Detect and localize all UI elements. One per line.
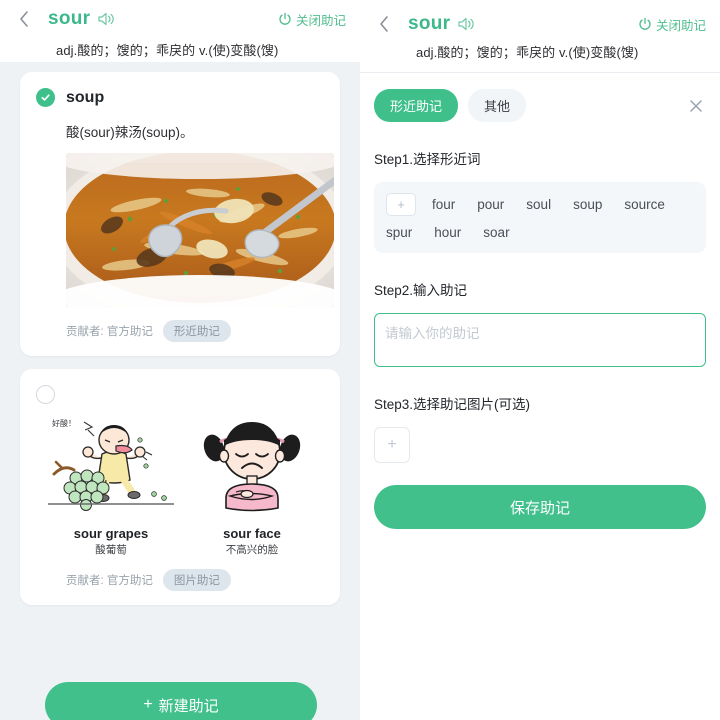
- illustration-sour-face: sour face 不高兴的脸: [186, 412, 318, 557]
- left-header-row: sour 关闭助记: [14, 0, 346, 32]
- close-mnemonic-button[interactable]: 关闭助记: [638, 15, 706, 34]
- word-chip-soul[interactable]: soul: [526, 197, 551, 212]
- check-icon[interactable]: [36, 88, 55, 107]
- card-contributor-row: 贡献者: 官方助记 形近助记: [36, 308, 324, 348]
- word-definition: adj.酸的；馊的；乖戾的 v.(使)变酸(馊): [56, 43, 279, 58]
- save-mnemonic-button[interactable]: 保存助记: [374, 485, 706, 529]
- tab-other[interactable]: 其他: [468, 89, 527, 122]
- right-header: sour 关闭助记 adj.酸的；馊的；乖戾的 v.(使)变酸(馊): [360, 0, 720, 72]
- card-note: 酸(sour)辣汤(soup)。: [66, 125, 194, 140]
- close-icon[interactable]: [686, 96, 706, 116]
- power-icon: [639, 17, 651, 30]
- right-panel-editor: sour 关闭助记 adj.酸的；馊的；乖戾的 v.(使)变酸(馊) 形近助记 …: [360, 0, 720, 720]
- page-title: sour: [408, 13, 451, 34]
- left-header: sour 关闭助记 adj.酸的；馊的；乖戾的 v.(使)变酸(馊): [0, 0, 360, 62]
- illustration-caption-en: sour face: [223, 526, 281, 541]
- create-mnemonic-button[interactable]: + 新建助记: [45, 682, 317, 720]
- card-header: soup: [36, 88, 324, 107]
- word-chip-spur[interactable]: spur: [386, 225, 412, 240]
- word-chip-source[interactable]: source: [624, 197, 665, 212]
- word-chip-four[interactable]: four: [432, 197, 455, 212]
- chevron-left-icon[interactable]: [14, 9, 34, 29]
- illustration-caption-en: sour grapes: [73, 526, 149, 541]
- radio-unselected-icon[interactable]: [36, 385, 55, 404]
- left-panel-mnemonic-list: sour 关闭助记 adj.酸的；馊的；乖戾的 v.(使)变酸(馊) soup: [0, 0, 360, 720]
- close-mnemonic-label: 关闭助记: [295, 13, 346, 28]
- step2-label: Step2.输入助记: [374, 283, 468, 298]
- card-photo-wrap: [36, 141, 334, 308]
- step3-label: Step3.选择助记图片(可选): [374, 397, 531, 412]
- soup-photo: [66, 153, 334, 308]
- card-contributor-row: 贡献者: 官方助记 图片助记: [36, 557, 324, 597]
- mnemonic-input[interactable]: [374, 313, 706, 367]
- card-tag: 形近助记: [162, 320, 231, 342]
- speaker-icon[interactable]: [97, 10, 115, 28]
- illustration-row: 好酸！ sour grapes 酸葡萄 sour face 不高兴的脸: [36, 404, 324, 557]
- word-chip-soup[interactable]: soup: [573, 197, 602, 212]
- chevron-left-icon[interactable]: [374, 14, 394, 34]
- mnemonic-card-pictures[interactable]: 好酸！ sour grapes 酸葡萄 sour face 不高兴的脸 贡献者:…: [20, 369, 340, 605]
- power-icon: [279, 12, 291, 25]
- illustration-caption-cn: 不高兴的脸: [225, 544, 279, 556]
- app-screen: sour 关闭助记 adj.酸的；馊的；乖戾的 v.(使)变酸(馊) soup: [0, 0, 720, 720]
- card-tag: 图片助记: [162, 569, 231, 591]
- card-word: soup: [66, 88, 105, 106]
- editor-tabs: 形近助记 其他: [360, 73, 720, 122]
- right-header-row: sour 关闭助记: [374, 0, 706, 34]
- word-chip-pour[interactable]: pour: [477, 197, 504, 212]
- add-image-button[interactable]: +: [374, 427, 410, 463]
- create-mnemonic-label: 新建助记: [158, 697, 219, 715]
- svg-text:好酸！: 好酸！: [52, 418, 76, 428]
- illustration-sour-grapes: 好酸！ sour grapes 酸葡萄: [42, 412, 180, 557]
- word-definition: adj.酸的；馊的；乖戾的 v.(使)变酸(馊): [416, 45, 639, 60]
- contributor-label: 贡献者: 官方助记: [66, 575, 153, 587]
- mnemonic-card-soup[interactable]: soup 酸(sour)辣汤(soup)。 贡献者: 官方助记 形近助记: [20, 72, 340, 356]
- word-chip-hour[interactable]: hour: [434, 225, 461, 240]
- plus-icon: +: [143, 696, 153, 713]
- close-mnemonic-label: 关闭助记: [655, 18, 706, 33]
- illustration-caption-cn: 酸葡萄: [95, 544, 127, 556]
- mnemonic-card-list: soup 酸(sour)辣汤(soup)。 贡献者: 官方助记 形近助记 好酸！…: [0, 62, 360, 605]
- word-chip-soar[interactable]: soar: [483, 225, 509, 240]
- page-title: sour: [48, 8, 91, 29]
- speaker-icon[interactable]: [457, 15, 475, 33]
- card-header: [36, 385, 324, 404]
- contributor-label: 贡献者: 官方助记: [66, 326, 153, 338]
- similar-words-box: + four pour soul soup source spur hour s…: [374, 182, 706, 253]
- step1-label: Step1.选择形近词: [374, 152, 481, 167]
- add-word-button[interactable]: +: [386, 193, 416, 216]
- tab-xingjin[interactable]: 形近助记: [374, 89, 459, 122]
- close-mnemonic-button[interactable]: 关闭助记: [278, 10, 346, 29]
